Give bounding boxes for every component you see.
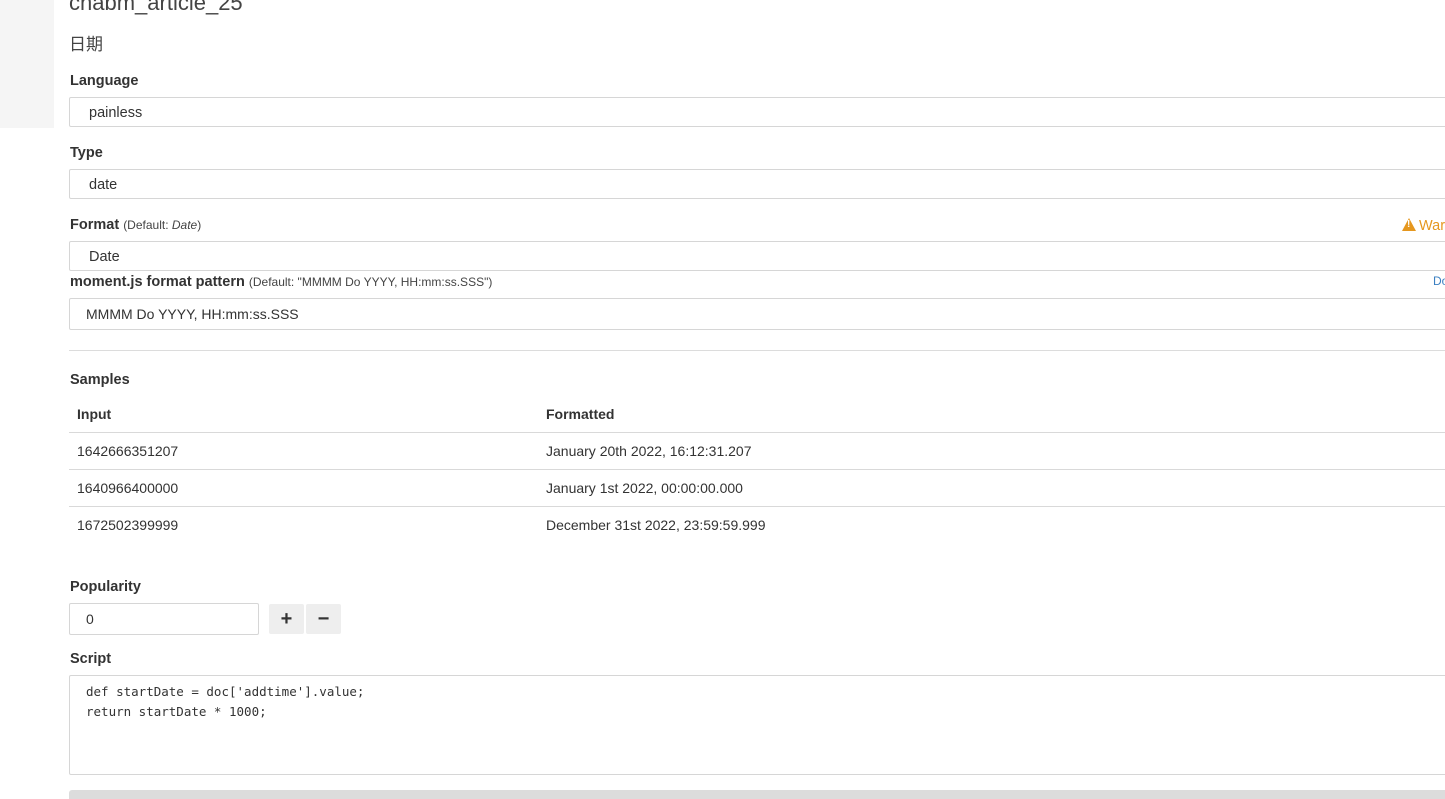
field-editor: chabm_article_25 日期 Language painless Ty… (69, 0, 1445, 799)
pattern-label: moment.js format pattern (Default: "MMMM… (70, 274, 492, 290)
warning-text: War (1419, 218, 1445, 234)
pattern-default-hint: (Default: "MMMM Do YYYY, HH:mm:ss.SSS") (248, 275, 493, 289)
bottom-bar (69, 790, 1445, 799)
table-row: 1672502399999 December 31st 2022, 23:59:… (69, 507, 1445, 544)
script-label: Script (70, 651, 112, 667)
format-default-prefix: (Default: (123, 218, 172, 232)
sidebar-panel (0, 0, 54, 128)
samples-label: Samples (70, 372, 130, 388)
format-label-text: Format (70, 217, 120, 233)
plus-icon: + (280, 607, 293, 630)
minus-icon: − (317, 607, 330, 630)
field-name-heading: chabm_article_25 (69, 0, 243, 15)
section-divider (69, 350, 1445, 351)
sample-formatted-cell: January 1st 2022, 00:00:00.000 (538, 469, 1445, 507)
format-default-value: Date (171, 218, 198, 232)
warning-icon (1402, 218, 1416, 231)
popularity-label: Popularity (70, 579, 141, 595)
decrement-button[interactable]: − (306, 604, 341, 634)
increment-button[interactable]: + (269, 604, 304, 634)
format-warning[interactable]: War (1402, 217, 1445, 234)
format-default-hint: (Default: Date) (123, 218, 201, 232)
sample-input-cell: 1672502399999 (77, 517, 179, 533)
type-select[interactable]: date (69, 169, 1445, 199)
field-custom-label: 日期 (69, 35, 103, 54)
table-row: 1642666351207 January 20th 2022, 16:12:3… (69, 432, 1445, 470)
format-select[interactable]: Date (69, 241, 1445, 271)
pattern-input[interactable]: MMMM Do YYYY, HH:mm:ss.SSS (69, 298, 1445, 330)
type-label: Type (70, 145, 103, 161)
script-editor[interactable]: def startDate = doc['addtime'].value; re… (69, 675, 1445, 775)
pattern-label-text: moment.js format pattern (70, 274, 245, 290)
sample-input-cell: 1642666351207 (69, 432, 538, 470)
language-label: Language (70, 73, 139, 89)
format-default-suffix: ) (197, 218, 202, 232)
table-row: 1640966400000 January 1st 2022, 00:00:00… (69, 469, 1445, 507)
sample-formatted-cell: January 20th 2022, 16:12:31.207 (538, 432, 1445, 470)
samples-header-input: Input (69, 396, 538, 433)
samples-header-row: Input Formatted (69, 396, 1445, 433)
language-select[interactable]: painless (69, 97, 1445, 127)
format-label: Format (Default: Date) (70, 217, 201, 233)
sample-formatted-cell: December 31st 2022, 23:59:59.999 (546, 517, 766, 533)
sample-input-cell: 1640966400000 (69, 469, 538, 507)
popularity-input[interactable]: 0 (69, 603, 259, 635)
pattern-docs-link[interactable]: Do (1433, 274, 1445, 288)
samples-header-formatted: Formatted (538, 396, 1445, 433)
samples-table: Input Formatted 1642666351207 January 20… (69, 396, 1445, 543)
